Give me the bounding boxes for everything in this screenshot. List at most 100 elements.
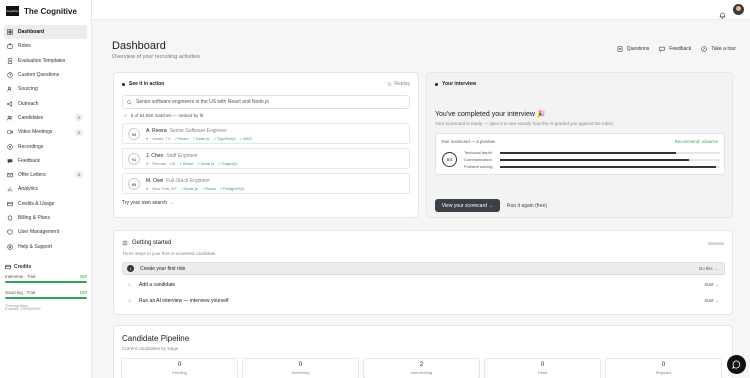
metric-label: Problem solving [464, 164, 493, 169]
sidebar-item-custom-questions[interactable]: Custom Questions [4, 68, 87, 82]
skill-tag: ✓Node.js [192, 136, 210, 141]
person-search-icon [7, 86, 13, 92]
run-again-link[interactable]: Run it again (free) [507, 203, 547, 209]
completed-title: You've completed your interview 🎉 [435, 111, 546, 118]
avatar[interactable] [733, 4, 744, 15]
skill-tag: ✓Node.js [180, 186, 198, 191]
sidebar-item-sourcing[interactable]: Sourcing [4, 82, 87, 96]
step-2[interactable]: 2 Add a candidate Start → [122, 278, 725, 291]
sidebar-item-credits-usage[interactable]: Credits & Usage [4, 197, 87, 211]
stage-label: Screening [291, 370, 310, 375]
stage-label: Rejected [655, 370, 672, 375]
candidate-role: Senior Software Engineer [169, 128, 227, 134]
sidebar-item-label: Offer Letters [18, 172, 46, 179]
sidebar-item-roles[interactable]: Roles [4, 39, 87, 53]
billing-icon [7, 215, 13, 221]
candidate-pipeline-card: Candidate Pipeline Current candidates by… [113, 325, 733, 378]
step-action-button[interactable]: Do this → [699, 266, 718, 271]
candidate-card[interactable]: 89 M. Osei Full-Stack Engineer ⌖ New York, N… [122, 173, 410, 194]
help-icon [7, 243, 13, 250]
dismiss-button[interactable]: Dismiss [708, 241, 724, 246]
bell-icon[interactable] [719, 6, 726, 19]
search-input[interactable]: Senior software engineers in the US with… [122, 95, 410, 109]
page-subtitle: Overview of your recruiting activities [112, 54, 201, 60]
see-in-action-card: See it in action Replay Senior software … [113, 72, 419, 218]
stage-screening[interactable]: 0 Screening [242, 358, 359, 378]
sidebar-item-dashboard[interactable]: Dashboard [4, 25, 87, 40]
getting-started-card: Getting started Dismiss Three steps to y… [113, 230, 733, 315]
letter-icon [7, 172, 13, 178]
candidate-card[interactable]: 91 J. Chen Staff Engineer ⌖ Remote · US ✓Reac… [122, 148, 410, 169]
feedback-icon [659, 46, 665, 52]
location-icon: ⌖ [146, 136, 149, 141]
stage-rejected[interactable]: 0 Rejected [605, 358, 722, 378]
view-scorecard-button[interactable]: View your scorecard → [435, 199, 500, 212]
chat-button[interactable] [727, 355, 746, 374]
stage-interviewing[interactable]: 2 Interviewing [363, 358, 480, 378]
overall-score: 84 [442, 152, 457, 167]
sidebar-item-help-support[interactable]: Help & Support [4, 239, 87, 253]
step-1[interactable]: 1 Create your first role Do this → [122, 262, 725, 275]
stage-count: 0 [540, 362, 545, 368]
preview-title: Your scorecard — a preview [441, 139, 495, 144]
sidebar-item-billing-plans[interactable]: Billing & Plans [4, 211, 87, 225]
brand-name: The Cognitive [24, 6, 77, 16]
question-icon [7, 72, 13, 78]
step-3[interactable]: 3 Run an AI interview — interview yoursel… [122, 294, 725, 307]
skill-tag: ✓React [201, 186, 216, 191]
getting-started-title: Getting started [122, 240, 171, 246]
sidebar-item-label: Analytics [18, 186, 39, 193]
recommendation-badge: Recommend: Advance [674, 139, 718, 144]
sidebar-item-offer-letters[interactable]: Offer Letters 0 [4, 168, 87, 182]
skill-tag: ✓GraphQL [218, 161, 238, 166]
metric-row: Technical depth [464, 150, 722, 155]
megaphone-icon [7, 101, 13, 107]
sidebar-item-feedback[interactable]: Feedback [4, 154, 87, 168]
sidebar: Cognitive The Cognitive Dashboard Roles Ev… [0, 0, 92, 378]
sidebar-item-label: Dashboard [18, 29, 45, 36]
brand[interactable]: Cognitive The Cognitive [0, 0, 91, 22]
take-tour-button[interactable]: Take a tour [701, 46, 736, 52]
sidebar-item-label: User Management [18, 229, 60, 236]
stage-pending[interactable]: 0 Pending [121, 358, 238, 378]
sidebar-item-user-management[interactable]: User Management [4, 225, 87, 239]
stage-hired[interactable]: 0 Hired [484, 358, 601, 378]
sidebar-item-analytics[interactable]: Analytics [4, 182, 87, 196]
replay-button[interactable]: Replay [387, 81, 410, 87]
count-badge: 2 [75, 114, 83, 122]
pipeline-subtitle: Current candidates by stage [122, 346, 179, 351]
skill-tag: ✓AWS [239, 136, 252, 141]
feedback-button[interactable]: Feedback [659, 46, 691, 52]
sidebar-item-outreach[interactable]: Outreach [4, 96, 87, 110]
metric-row: Problem solving [464, 164, 722, 169]
metric-bar [500, 165, 720, 168]
own-search-link[interactable]: Try your own search → [122, 200, 410, 206]
expiry-date: Expires: 29/08/2026 [5, 306, 41, 311]
stage-count: 2 [419, 362, 424, 368]
sidebar-item-evaluation-templates[interactable]: Evaluation Templates [4, 54, 87, 68]
stage-count: 0 [177, 362, 182, 368]
credit-card-icon [5, 264, 11, 270]
metric-label: Communication [464, 157, 492, 162]
sidebar-item-label: Feedback [18, 157, 40, 164]
stage-count: 0 [298, 362, 303, 368]
status-dot [122, 82, 125, 86]
tour-icon [701, 46, 707, 52]
candidate-card[interactable]: 94 A. Rivera Senior Software Engineer ⌖ Aust… [122, 123, 410, 144]
questions-button[interactable]: Questions [617, 46, 649, 52]
sidebar-item-video-meetings[interactable]: Video Meetings 2 [4, 125, 87, 139]
getting-started-subtitle: Three steps to your first AI-screened ca… [122, 251, 217, 256]
sidebar-item-label: Custom Questions [18, 72, 60, 79]
sidebar-item-candidates[interactable]: Candidates 2 [4, 111, 87, 125]
candidate-meta: ⌖ Remote · US ✓React ✓Node.js ✓GraphQL [146, 161, 238, 166]
sidebar-item-label: Candidates [18, 114, 44, 121]
step-action-button[interactable]: Start → [704, 298, 719, 303]
topbar [92, 0, 750, 20]
step-action-button[interactable]: Start → [704, 282, 719, 287]
count-badge: 0 [75, 171, 83, 179]
sidebar-item-recordings[interactable]: Recordings [4, 139, 87, 153]
sidebar-item-label: Sourcing [18, 86, 38, 93]
candidate-role: Staff Engineer [166, 153, 198, 159]
questions-icon [617, 46, 623, 52]
sidebar-item-label: Roles [18, 43, 31, 50]
